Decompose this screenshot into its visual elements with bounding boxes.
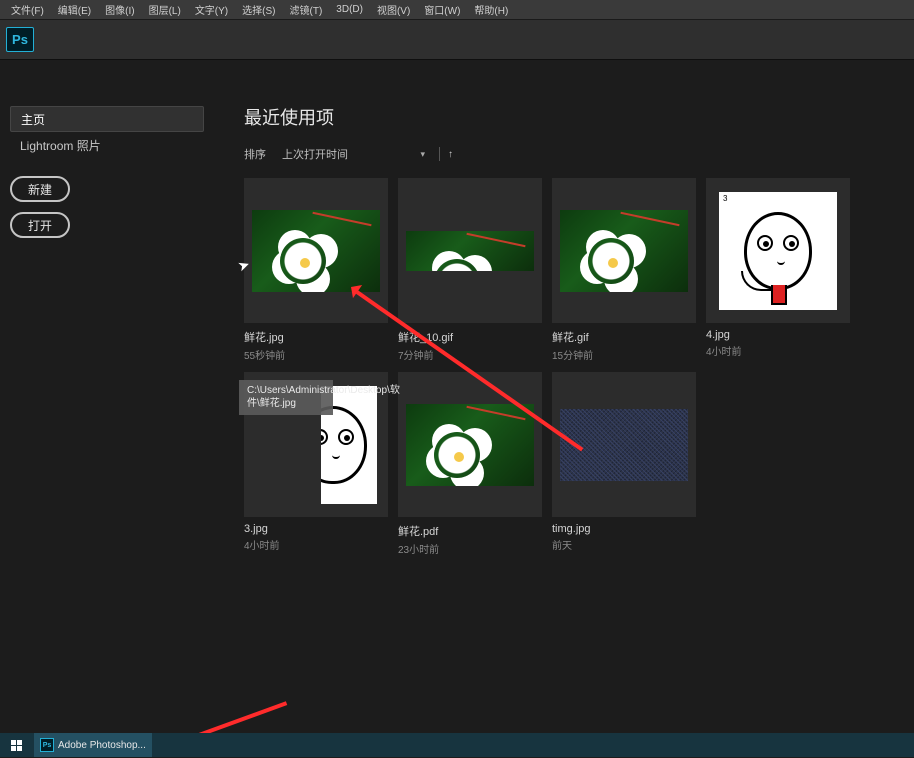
recent-file-card[interactable]: 鲜花_10.gif 7分钟前 (398, 178, 542, 362)
sort-value: 上次打开时间 (282, 146, 348, 162)
menu-image[interactable]: 图像(I) (98, 0, 141, 19)
taskbar-app-label: Adobe Photoshop... (58, 740, 146, 751)
home-sidebar: 主页 Lightroom 照片 新建 打开 (0, 60, 214, 733)
ps-taskbar-icon: Ps (40, 738, 54, 752)
sort-bar: 排序 上次打开时间 ▾ ↑ (244, 146, 914, 162)
file-time: 7分钟前 (398, 347, 542, 362)
recent-file-card[interactable]: 3.jpg 4小时前 (244, 372, 388, 556)
file-thumbnail[interactable] (244, 372, 388, 517)
file-thumbnail[interactable] (398, 178, 542, 323)
file-time: 15分钟前 (552, 347, 696, 362)
nav-home[interactable]: 主页 (10, 106, 204, 132)
file-time: 55秒钟前 (244, 347, 388, 362)
menu-edit[interactable]: 编辑(E) (51, 0, 98, 19)
file-name: 鲜花.pdf (398, 523, 542, 539)
chevron-down-icon: ▾ (420, 149, 425, 160)
recent-file-card[interactable]: 鲜花.gif 15分钟前 (552, 178, 696, 362)
app-toolbar: Ps (0, 20, 914, 60)
file-thumbnail[interactable] (244, 178, 388, 323)
file-name: timg.jpg (552, 523, 696, 535)
open-file-button[interactable]: 打开 (10, 212, 70, 238)
nav-lightroom[interactable]: Lightroom 照片 (10, 132, 204, 158)
menu-type[interactable]: 文字(Y) (188, 0, 235, 19)
sort-label: 排序 (244, 146, 266, 162)
file-name: 4.jpg (706, 329, 850, 341)
taskbar-photoshop[interactable]: Ps Adobe Photoshop... (34, 733, 152, 757)
ps-app-icon: Ps (6, 27, 34, 52)
recent-file-card[interactable]: 3 4.jpg 4小时前 (706, 178, 850, 362)
file-thumbnail[interactable] (552, 178, 696, 323)
menu-window[interactable]: 窗口(W) (417, 0, 467, 19)
file-name: 鲜花.jpg (244, 329, 388, 345)
file-time: 4小时前 (706, 343, 850, 358)
windows-logo-icon (11, 740, 22, 751)
menu-view[interactable]: 视图(V) (370, 0, 417, 19)
file-thumbnail[interactable] (552, 372, 696, 517)
file-name: 3.jpg (244, 523, 388, 535)
recent-section-title: 最近使用项 (244, 104, 914, 130)
menu-bar: 文件(F) 编辑(E) 图像(I) 图层(L) 文字(Y) 选择(S) 滤镜(T… (0, 0, 914, 20)
menu-help[interactable]: 帮助(H) (467, 0, 515, 19)
file-thumbnail[interactable]: 3 (706, 178, 850, 323)
file-name: 鲜花_10.gif (398, 329, 542, 345)
menu-layer[interactable]: 图层(L) (142, 0, 188, 19)
sort-dropdown[interactable]: 上次打开时间 ▾ (276, 146, 431, 162)
menu-filter[interactable]: 滤镜(T) (283, 0, 330, 19)
recent-file-card[interactable]: timg.jpg 前天 (552, 372, 696, 556)
menu-3d[interactable]: 3D(D) (329, 0, 370, 19)
separator (439, 147, 440, 161)
file-time: 4小时前 (244, 537, 388, 552)
file-thumbnail[interactable] (398, 372, 542, 517)
start-button[interactable] (4, 733, 28, 757)
windows-taskbar: Ps Adobe Photoshop... (0, 733, 914, 757)
new-file-button[interactable]: 新建 (10, 176, 70, 202)
recent-file-card[interactable]: 鲜花.pdf 23小时前 (398, 372, 542, 556)
menu-file[interactable]: 文件(F) (4, 0, 51, 19)
file-name: 鲜花.gif (552, 329, 696, 345)
file-time: 23小时前 (398, 541, 542, 556)
sort-direction-button[interactable]: ↑ (448, 149, 453, 160)
file-time: 前天 (552, 537, 696, 552)
recent-file-card[interactable]: 鲜花.jpg 55秒钟前 (244, 178, 388, 362)
menu-select[interactable]: 选择(S) (235, 0, 282, 19)
